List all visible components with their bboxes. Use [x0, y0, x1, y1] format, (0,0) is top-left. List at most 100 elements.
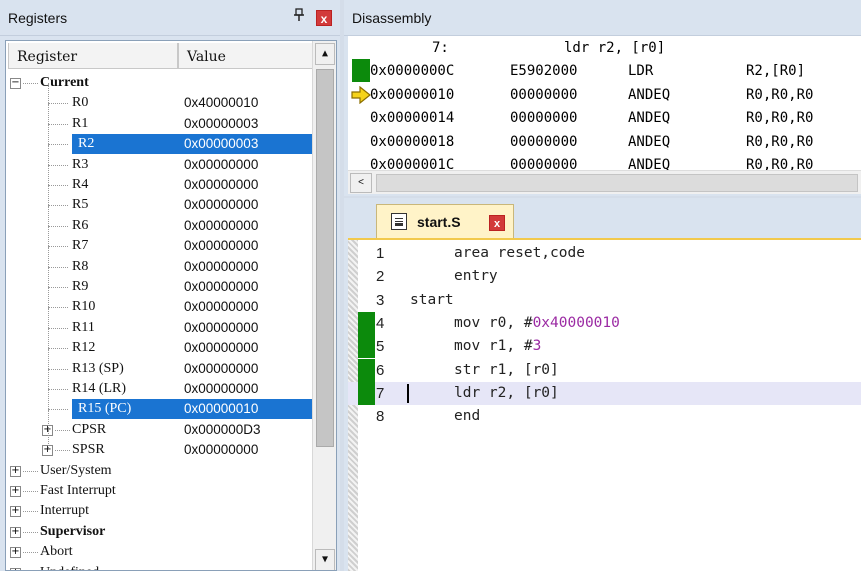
register-row[interactable]: R14 (LR) 0x00000000: [6, 369, 311, 399]
expand-icon[interactable]: +: [10, 547, 21, 559]
register-value[interactable]: 0x00000000: [184, 381, 258, 396]
tree-connector: [48, 205, 68, 207]
register-row[interactable]: + SPSR 0x00000000: [6, 430, 311, 460]
tree-connector: [48, 409, 49, 430]
register-value[interactable]: 0x00000000: [184, 299, 258, 314]
line-number: 8: [376, 408, 385, 426]
tab-start-s[interactable]: start.S x: [376, 204, 514, 238]
register-value[interactable]: 0x00000000: [184, 340, 258, 355]
register-value[interactable]: 0x00000003: [184, 134, 312, 155]
code-line[interactable]: 8 end: [348, 405, 861, 428]
code-line[interactable]: 7 ldr r2, [r0]: [348, 381, 861, 405]
disassembly-line[interactable]: 0x00000014 00000000 ANDEQ R0,R0,R0: [348, 106, 861, 129]
register-value[interactable]: 0x00000000: [184, 259, 258, 274]
scroll-left-icon[interactable]: <: [350, 173, 372, 193]
register-value[interactable]: 0x00000000: [184, 238, 258, 253]
register-name: R11: [72, 319, 95, 335]
register-value[interactable]: 0x00000000: [184, 279, 258, 294]
register-value[interactable]: 0x00000010: [184, 399, 312, 420]
register-tree[interactable]: Register Value − Current R0 0x40000010 R1 0x0…: [5, 40, 337, 571]
code-line[interactable]: 1 area reset,code: [348, 242, 861, 265]
code-line[interactable]: 2 entry: [348, 265, 861, 288]
code-line[interactable]: 3 start: [348, 289, 861, 312]
expand-icon[interactable]: +: [10, 506, 21, 518]
register-row[interactable]: + Abort: [6, 542, 311, 562]
disassembly-view[interactable]: 7: ldr r2, [r0] 0x0000000C E5902000 LDR R2,…: [348, 36, 861, 170]
register-row[interactable]: R15 (PC) 0x00000010: [6, 389, 312, 420]
register-row[interactable]: − Current: [6, 73, 311, 93]
register-row[interactable]: R1 0x00000003: [6, 103, 311, 134]
register-value[interactable]: 0x00000000: [184, 442, 258, 457]
expand-icon[interactable]: +: [10, 486, 21, 497]
register-row[interactable]: + CPSR 0x000000D3: [6, 409, 311, 440]
register-value[interactable]: 0x00000000: [184, 177, 258, 192]
register-value[interactable]: 0x40000010: [184, 95, 258, 110]
register-row[interactable]: + User/System: [6, 461, 311, 481]
register-vertical-scrollbar[interactable]: ▲ ▼: [312, 41, 336, 570]
register-row[interactable]: R4 0x00000000: [6, 165, 311, 195]
expand-icon[interactable]: +: [10, 526, 21, 538]
register-value[interactable]: 0x00000000: [184, 218, 258, 233]
register-row[interactable]: + Fast Interrupt: [6, 481, 311, 501]
register-row[interactable]: R7 0x00000000: [6, 226, 311, 256]
expand-icon[interactable]: +: [10, 465, 21, 477]
register-row[interactable]: R13 (SP) 0x00000000: [6, 348, 311, 379]
register-row[interactable]: R6 0x00000000: [6, 205, 311, 236]
source-line-text: ldr r2, [r0]: [564, 40, 666, 56]
disassembly-line[interactable]: 0x00000010 00000000 ANDEQ R0,R0,R0: [348, 83, 861, 106]
register-row[interactable]: R0 0x40000010: [6, 83, 311, 113]
disassembly-line[interactable]: 0x0000001C 00000000 ANDEQ R0,R0,R0: [348, 153, 861, 170]
scroll-down-icon[interactable]: ▼: [315, 549, 335, 570]
pin-icon[interactable]: [290, 8, 308, 26]
register-row[interactable]: R3 0x00000000: [6, 144, 311, 175]
instruction-operands: R0,R0,R0: [746, 110, 814, 126]
code-line[interactable]: 4 mov r0, #0x40000010: [348, 311, 861, 335]
register-name: R2: [72, 134, 184, 155]
scroll-thumb[interactable]: [316, 69, 334, 447]
register-value[interactable]: 0x00000003: [184, 116, 258, 131]
code-text: end: [454, 408, 480, 424]
register-row[interactable]: + Supervisor: [6, 522, 311, 542]
registers-close-button[interactable]: x: [316, 10, 332, 26]
register-row[interactable]: R2 0x00000003: [6, 124, 312, 155]
register-row[interactable]: R5 0x00000000: [6, 185, 311, 215]
register-value[interactable]: 0x00000000: [184, 320, 258, 335]
register-row[interactable]: R10 0x00000000: [6, 287, 311, 317]
register-row[interactable]: R11 0x00000000: [6, 307, 311, 338]
tree-connector: [23, 470, 38, 472]
tree-connector: [48, 165, 49, 185]
disassembly-line[interactable]: 0x0000000C E5902000 LDR R2,[R0]: [348, 59, 861, 82]
expand-icon[interactable]: +: [10, 567, 21, 570]
register-value[interactable]: 0x00000000: [184, 361, 258, 376]
instruction-address: 0x00000010: [370, 86, 455, 103]
register-row[interactable]: R9 0x00000000: [6, 267, 311, 297]
disassembly-pane: Disassembly 7: ldr r2, [r0] 0x0000000C E5…: [344, 0, 861, 196]
register-value[interactable]: 0x00000000: [184, 157, 258, 172]
text-caret: [407, 383, 409, 403]
line-number: 5: [376, 338, 385, 356]
column-header-register[interactable]: Register: [8, 43, 178, 69]
line-number: 3: [376, 291, 385, 309]
tab-close-button[interactable]: x: [489, 215, 505, 231]
executed-marker: [358, 335, 375, 359]
source-file-icon: [391, 213, 407, 230]
horizontal-scroll-thumb[interactable]: [376, 174, 858, 192]
disassembly-horizontal-scrollbar[interactable]: <: [348, 170, 861, 194]
tree-connector: [48, 409, 68, 411]
register-value[interactable]: 0x000000D3: [184, 422, 261, 437]
register-row[interactable]: + Interrupt: [6, 501, 311, 521]
register-row[interactable]: R12 0x00000000: [6, 328, 311, 358]
collapse-icon[interactable]: −: [10, 78, 21, 89]
code-line[interactable]: 6 str r1, [r0]: [348, 358, 861, 382]
code-line[interactable]: 5 mov r1, #3: [348, 335, 861, 359]
scroll-up-icon[interactable]: ▲: [315, 43, 335, 65]
column-header-value[interactable]: Value: [178, 43, 313, 69]
register-row[interactable]: R8 0x00000000: [6, 246, 311, 277]
register-name: Undefined: [40, 565, 99, 570]
register-value[interactable]: 0x00000000: [184, 197, 258, 212]
code-editor[interactable]: 1 area reset,code 2 entry 3 start 4 mov r0, #0x…: [348, 240, 861, 571]
disassembly-line[interactable]: 0x00000018 00000000 ANDEQ R0,R0,R0: [348, 130, 861, 153]
register-name: Fast Interrupt: [40, 483, 116, 498]
register-row[interactable]: + Undefined: [6, 563, 311, 570]
instruction-opcode: 00000000: [510, 133, 578, 150]
